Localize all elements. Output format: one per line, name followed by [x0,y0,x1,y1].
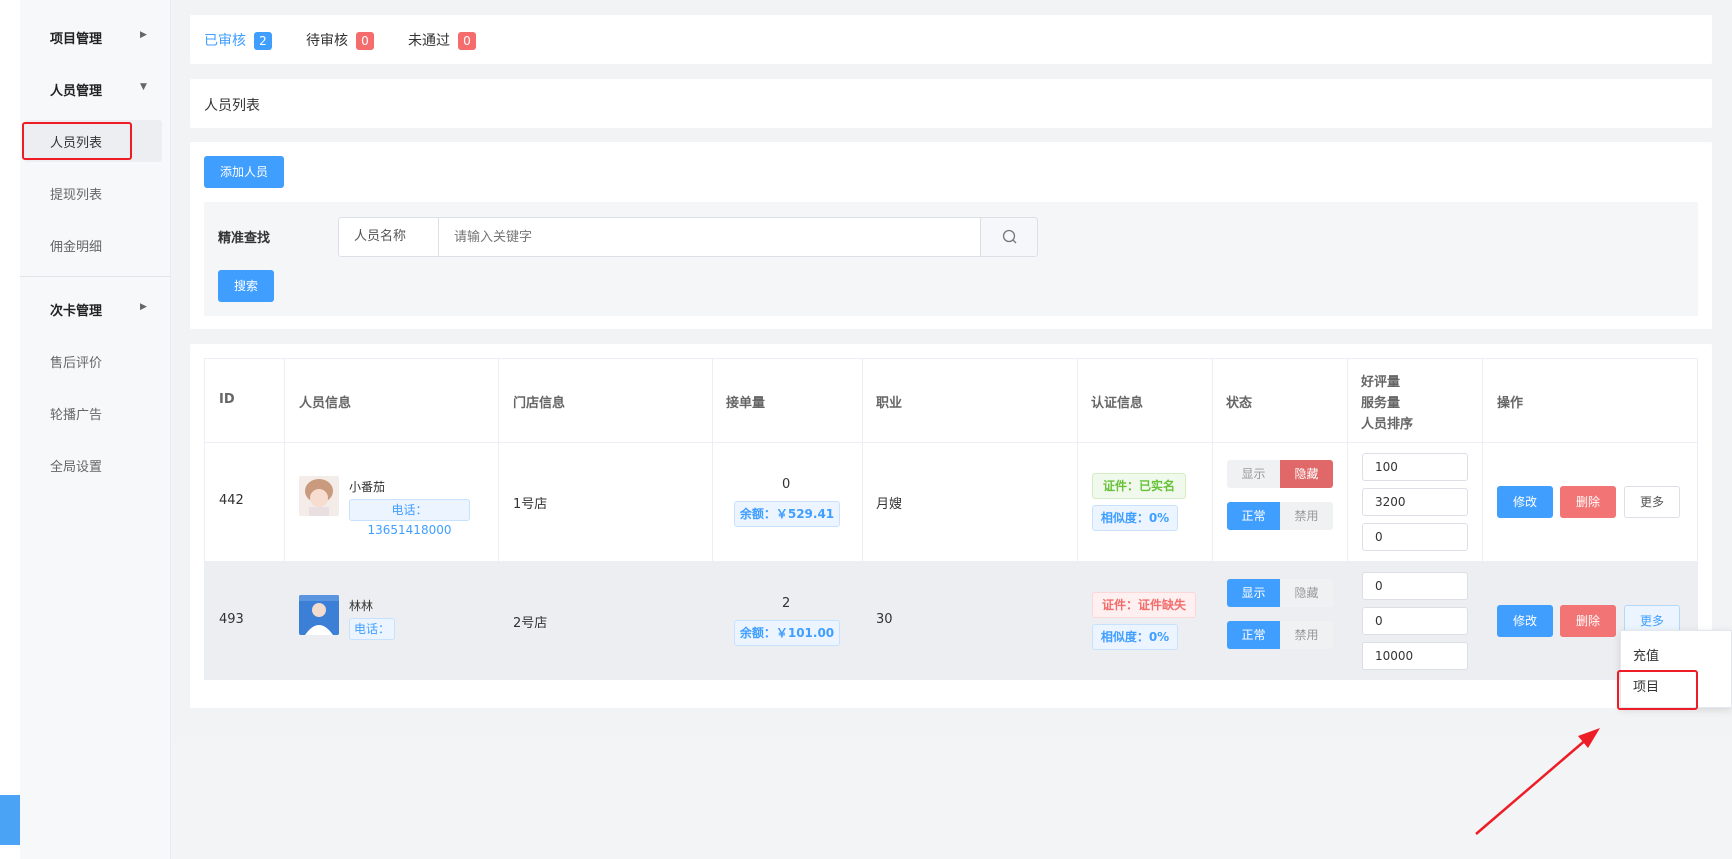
col-divider [1482,358,1483,680]
sidebar-group-project[interactable]: 项目管理 [50,28,102,47]
caret-right-icon: ▶ [140,30,147,40]
breadcrumb: 人员列表 [204,98,260,114]
order-count: 0 [782,477,791,492]
normal-toggle[interactable]: 正常 [1227,502,1280,530]
edit-button[interactable]: 修改 [1497,605,1553,637]
search-label: 精准查找 [218,231,271,246]
phone-tag: 电话： [349,618,395,640]
col-header-service-count: 服务量 [1361,396,1401,411]
job: 月嫂 [876,497,903,512]
col-header-job: 职业 [876,396,903,411]
tab-label: 未通过 [408,33,450,49]
table-row-hover-bg [205,562,1697,679]
sidebar-group-card[interactable]: 次卡管理 [50,300,102,319]
row-divider [204,561,1698,562]
caret-down-icon: ▼ [140,82,147,92]
delete-button[interactable]: 删除 [1560,486,1616,518]
search-field-select[interactable]: 人员名称 [338,217,439,257]
avatar [299,595,339,635]
tab-approved[interactable]: 已审核 2 [204,30,272,50]
service-count-input[interactable]: 0 [1362,607,1468,635]
delete-button[interactable]: 删除 [1560,605,1616,637]
annotation-arrow-icon [1475,728,1600,835]
sidebar-item-banner[interactable]: 轮播广告 [50,404,102,423]
search-icon [1002,229,1017,244]
avatar [299,476,339,516]
edit-button[interactable]: 修改 [1497,486,1553,518]
search-icon-button[interactable] [980,217,1038,257]
tab-pending[interactable]: 待审核 0 [306,30,374,50]
row-divider [204,442,1698,443]
col-header-store: 门店信息 [513,396,566,411]
job: 30 [876,612,893,627]
col-header-person: 人员信息 [299,396,352,411]
sort-input[interactable]: 0 [1362,523,1468,551]
tab-label: 已审核 [204,33,246,49]
col-header-ops: 操作 [1497,396,1524,411]
search-button[interactable]: 搜索 [218,270,274,302]
col-header-cert: 认证信息 [1091,396,1144,411]
annotation-box-project [1617,670,1698,710]
count-badge: 0 [356,32,374,50]
sort-input[interactable]: 10000 [1362,642,1468,670]
col-divider [284,358,285,680]
good-reviews-input[interactable]: 100 [1362,453,1468,481]
add-staff-button[interactable]: 添加人员 [204,156,284,188]
cert-tag: 证件：证件缺失 [1092,592,1196,618]
caret-right-icon: ▶ [140,302,147,312]
disable-toggle[interactable]: 禁用 [1280,621,1333,649]
balance-tag: 余额：￥101.00 [734,620,840,646]
sidebar-item-reviews[interactable]: 售后评价 [50,352,102,371]
left-edge-tab[interactable] [0,795,20,845]
sidebar-divider [20,276,170,277]
hide-toggle[interactable]: 隐藏 [1280,460,1333,488]
count-badge: 2 [254,32,272,50]
service-count-input[interactable]: 3200 [1362,488,1468,516]
tab-rejected[interactable]: 未通过 0 [408,30,476,50]
menu-item-recharge[interactable]: 充值 [1633,645,1659,664]
breadcrumb-card [190,79,1712,128]
similarity-tag: 相似度：0% [1092,505,1178,531]
annotation-box-staff-list [22,122,132,160]
left-edge-strip [0,0,20,859]
col-header-status: 状态 [1226,396,1253,411]
show-toggle[interactable]: 显示 [1227,579,1280,607]
disable-toggle[interactable]: 禁用 [1280,502,1333,530]
more-button[interactable]: 更多 [1624,486,1680,518]
col-divider [1077,358,1078,680]
hide-toggle[interactable]: 隐藏 [1280,579,1333,607]
row-id: 442 [219,493,244,508]
tab-label: 待审核 [306,33,348,49]
sidebar-item-settings[interactable]: 全局设置 [50,456,102,475]
store-name: 1号店 [513,497,548,512]
col-header-orders: 接单量 [726,396,766,411]
col-divider [712,358,713,680]
col-divider [1347,358,1348,680]
sidebar-item-commission[interactable]: 佣金明细 [50,236,102,255]
col-header-id: ID [219,392,235,407]
col-divider [1212,358,1213,680]
sidebar-group-staff[interactable]: 人员管理 [50,80,102,99]
show-toggle[interactable]: 显示 [1227,460,1280,488]
col-divider [862,358,863,680]
search-input[interactable] [438,217,981,257]
balance-tag: 余额：￥529.41 [734,501,840,527]
staff-name: 林林 [349,599,374,613]
col-header-good-reviews: 好评量 [1361,375,1401,390]
order-count: 2 [782,596,791,611]
row-id: 493 [219,612,244,627]
col-divider [498,358,499,680]
good-reviews-input[interactable]: 0 [1362,572,1468,600]
sidebar-item-withdrawals[interactable]: 提现列表 [50,184,102,203]
phone-tag: 电话：13651418000 [349,499,470,537]
staff-name: 小番茄 [349,480,386,494]
col-header-sort: 人员排序 [1361,417,1414,432]
store-name: 2号店 [513,616,548,631]
count-badge: 0 [458,32,476,50]
normal-toggle[interactable]: 正常 [1227,621,1280,649]
similarity-tag: 相似度：0% [1092,624,1178,650]
cert-tag: 证件：已实名 [1092,473,1186,499]
